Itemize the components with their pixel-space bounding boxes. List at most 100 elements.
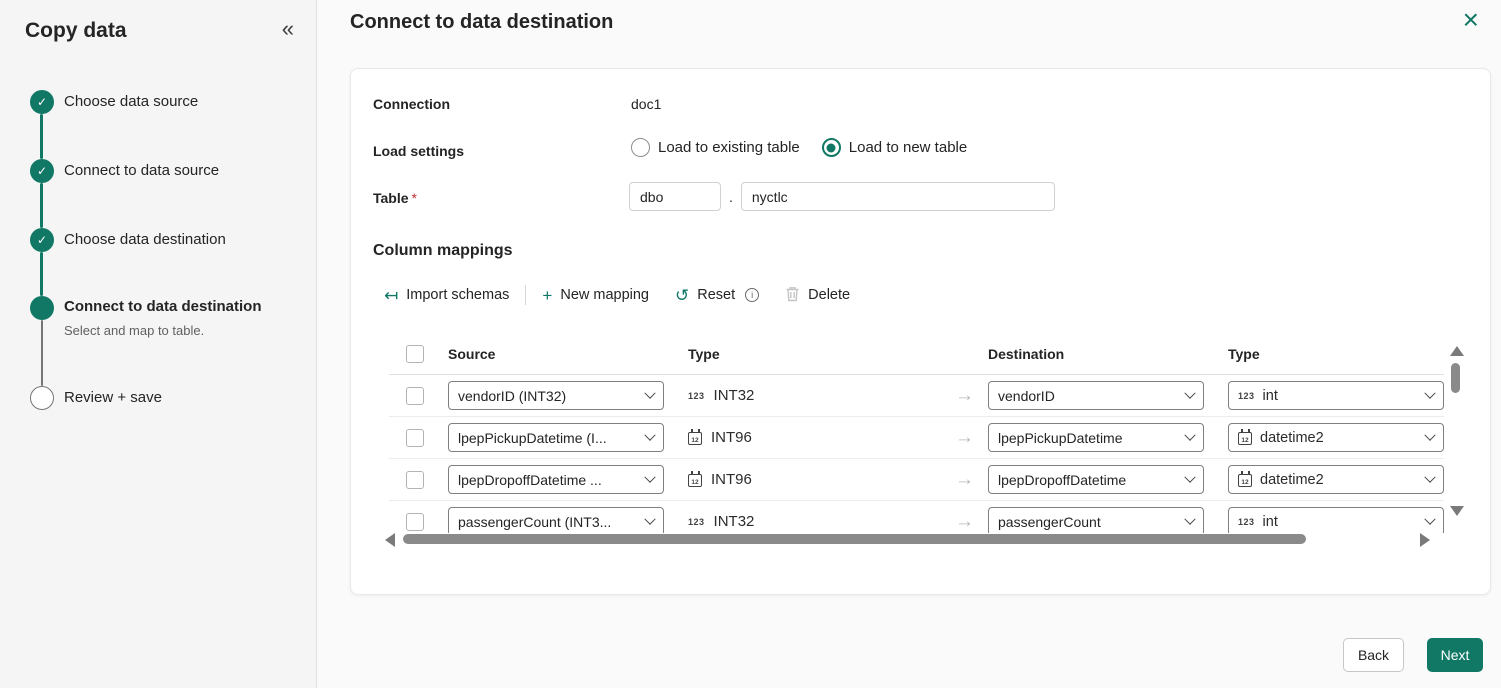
step-completed-icon: ✓ bbox=[30, 90, 54, 114]
mapping-row: lpepDropoffDatetime ... INT96 → lpepDrop… bbox=[389, 459, 1444, 501]
chevron-down-icon bbox=[644, 429, 655, 440]
chevron-down-icon bbox=[1184, 471, 1195, 482]
destination-column-dropdown[interactable]: passengerCount bbox=[988, 507, 1204, 533]
datetime-type-icon bbox=[1238, 432, 1252, 445]
scroll-left-arrow[interactable] bbox=[385, 533, 395, 547]
chevron-down-icon bbox=[644, 471, 655, 482]
arrow-right-icon: → bbox=[941, 511, 988, 533]
mapping-row: lpepPickupDatetime (I... INT96 → lpepPic… bbox=[389, 417, 1444, 459]
reset-undo-icon: ↺ bbox=[675, 287, 689, 304]
source-column-header: Source bbox=[448, 346, 688, 362]
datetime-type-icon bbox=[688, 474, 702, 487]
arrow-right-icon: → bbox=[941, 469, 988, 491]
destination-type-column-header: Type bbox=[1228, 346, 1444, 362]
sidebar-step-choose-data-source[interactable]: Choose data source bbox=[64, 93, 198, 110]
schema-table-separator: . bbox=[729, 189, 733, 205]
check-icon: ✓ bbox=[37, 233, 47, 247]
row-checkbox[interactable] bbox=[406, 471, 424, 489]
arrow-right-icon: → bbox=[941, 385, 988, 407]
destination-settings-panel: Connection doc1 Load settings Load to ex… bbox=[350, 68, 1491, 595]
step-connector bbox=[41, 320, 43, 386]
load-new-table-option[interactable]: Load to new table bbox=[822, 138, 967, 157]
destination-column-header: Destination bbox=[988, 346, 1228, 362]
step-connector bbox=[40, 252, 43, 296]
source-column-dropdown[interactable]: lpepDropoffDatetime ... bbox=[448, 465, 664, 494]
scroll-up-arrow[interactable] bbox=[1450, 346, 1464, 356]
scroll-right-arrow[interactable] bbox=[1420, 533, 1430, 547]
next-button[interactable]: Next bbox=[1427, 638, 1483, 672]
load-existing-table-option[interactable]: Load to existing table bbox=[631, 138, 800, 157]
step-completed-icon: ✓ bbox=[30, 159, 54, 183]
connection-value: doc1 bbox=[631, 96, 661, 112]
row-checkbox[interactable] bbox=[406, 387, 424, 405]
wizard-footer: Back Next bbox=[1343, 638, 1483, 672]
step-description: Select and map to table. bbox=[64, 323, 204, 338]
close-button[interactable]: × bbox=[1463, 6, 1479, 34]
new-mapping-button[interactable]: + New mapping bbox=[542, 287, 649, 304]
chevron-down-icon bbox=[1424, 471, 1435, 482]
source-column-dropdown[interactable]: passengerCount (INT3... bbox=[448, 507, 664, 533]
table-label: Table* bbox=[373, 190, 417, 206]
chevron-down-icon bbox=[1184, 429, 1195, 440]
table-name-fields: . bbox=[629, 182, 1055, 211]
load-settings-radio-group: Load to existing table Load to new table bbox=[631, 138, 967, 157]
source-type-cell: INT32 bbox=[688, 513, 941, 530]
page-title: Connect to data destination bbox=[350, 11, 613, 34]
plus-icon: + bbox=[542, 287, 552, 304]
chevron-down-icon bbox=[644, 387, 655, 398]
destination-type-dropdown[interactable]: datetime2 bbox=[1228, 423, 1444, 452]
reset-label: Reset bbox=[697, 287, 735, 303]
mapping-row: passengerCount (INT3... INT32 → passenge… bbox=[389, 501, 1444, 533]
source-column-dropdown[interactable]: lpepPickupDatetime (I... bbox=[448, 423, 664, 452]
main-content: Connect to data destination × Connection… bbox=[318, 0, 1501, 688]
column-mappings-title: Column mappings bbox=[373, 242, 513, 260]
row-checkbox[interactable] bbox=[406, 429, 424, 447]
destination-type-dropdown[interactable]: datetime2 bbox=[1228, 465, 1444, 494]
row-checkbox[interactable] bbox=[406, 513, 424, 531]
sidebar-step-connect-data-destination[interactable]: Connect to data destination bbox=[64, 298, 262, 315]
import-schemas-button[interactable]: ↤ Import schemas bbox=[384, 287, 509, 304]
collapse-sidebar-button[interactable]: « bbox=[282, 18, 294, 40]
scroll-down-arrow[interactable] bbox=[1450, 506, 1464, 516]
numeric-type-icon bbox=[688, 517, 705, 527]
radio-unselected-icon bbox=[631, 138, 650, 157]
load-settings-label: Load settings bbox=[373, 143, 464, 159]
destination-column-dropdown[interactable]: lpepPickupDatetime bbox=[988, 423, 1204, 452]
destination-column-dropdown[interactable]: lpepDropoffDatetime bbox=[988, 465, 1204, 494]
destination-type-dropdown[interactable]: int bbox=[1228, 381, 1444, 410]
check-icon: ✓ bbox=[37, 164, 47, 178]
sidebar-step-review-save[interactable]: Review + save bbox=[64, 389, 162, 406]
chevron-down-icon bbox=[1424, 387, 1435, 398]
column-mappings-toolbar: ↤ Import schemas + New mapping ↺ Reset i bbox=[384, 281, 850, 309]
chevron-down-icon bbox=[1184, 513, 1195, 524]
source-type-cell: INT96 bbox=[688, 429, 941, 446]
horizontal-scrollbar-thumb[interactable] bbox=[403, 534, 1306, 544]
copy-data-wizard: Copy data « ✓ Choose data source ✓ Conne… bbox=[0, 0, 1501, 688]
required-asterisk: * bbox=[412, 190, 417, 206]
info-icon[interactable]: i bbox=[745, 288, 759, 302]
datetime-type-icon bbox=[688, 432, 702, 445]
step-connector bbox=[40, 114, 43, 159]
numeric-type-icon bbox=[1238, 391, 1255, 401]
schema-name-input[interactable] bbox=[629, 182, 721, 211]
sidebar-step-connect-data-source[interactable]: Connect to data source bbox=[64, 162, 219, 179]
double-chevron-left-icon: « bbox=[282, 16, 294, 41]
source-type-cell: INT32 bbox=[688, 387, 941, 404]
toolbar-divider bbox=[525, 285, 526, 305]
destination-column-dropdown[interactable]: vendorID bbox=[988, 381, 1204, 410]
numeric-type-icon bbox=[688, 391, 705, 401]
table-name-input[interactable] bbox=[741, 182, 1055, 211]
destination-type-dropdown[interactable]: int bbox=[1228, 507, 1444, 533]
radio-label: Load to existing table bbox=[658, 139, 800, 156]
select-all-checkbox[interactable] bbox=[406, 345, 424, 363]
source-column-dropdown[interactable]: vendorID (INT32) bbox=[448, 381, 664, 410]
radio-selected-icon bbox=[822, 138, 841, 157]
delete-button[interactable]: Delete bbox=[785, 286, 850, 305]
wizard-title: Copy data bbox=[25, 19, 127, 43]
reset-button[interactable]: ↺ Reset i bbox=[675, 287, 759, 304]
vertical-scrollbar-thumb[interactable] bbox=[1451, 363, 1460, 393]
step-connector bbox=[40, 183, 43, 228]
sidebar-step-choose-data-destination[interactable]: Choose data destination bbox=[64, 231, 226, 248]
new-mapping-label: New mapping bbox=[560, 287, 649, 303]
back-button[interactable]: Back bbox=[1343, 638, 1404, 672]
